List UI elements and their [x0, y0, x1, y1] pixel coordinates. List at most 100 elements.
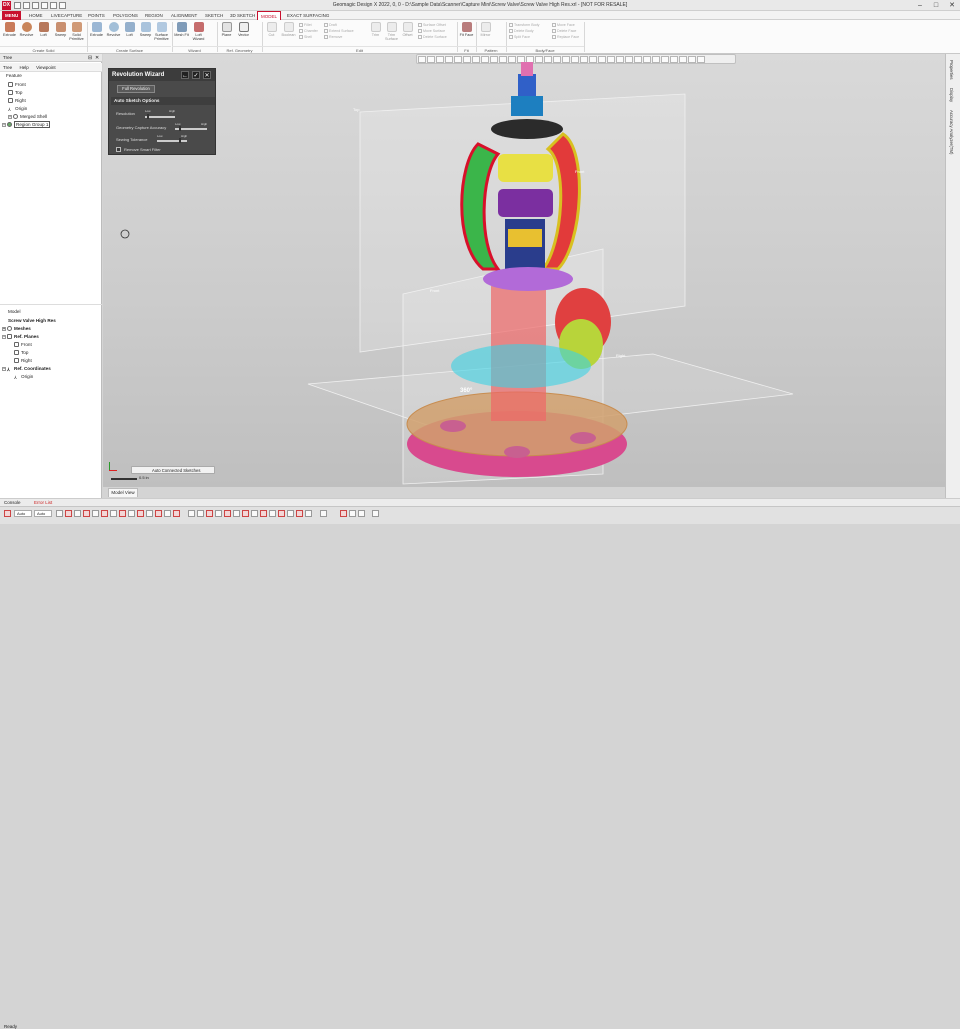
close-icon[interactable]: ✕: [944, 0, 960, 11]
status-tool-icon[interactable]: [146, 510, 153, 517]
loft-wizard-button[interactable]: Loft Wizard: [191, 22, 206, 44]
tab-sketch[interactable]: SKETCH: [202, 11, 226, 20]
extrude-solid-button[interactable]: Extrude: [2, 22, 17, 44]
loft-solid-button[interactable]: Loft: [36, 22, 51, 44]
expand-icon[interactable]: +: [2, 122, 6, 127]
trim-surface-button[interactable]: Trim Surface: [384, 22, 399, 44]
revolve-surface-button[interactable]: Revolve: [106, 22, 121, 44]
tree-item-coord-origin[interactable]: ⅄ Origin: [14, 373, 33, 381]
status-tool-icon[interactable]: [92, 510, 99, 517]
tab-menu[interactable]: MENU: [2, 11, 22, 20]
tab-tree[interactable]: Tree: [0, 63, 15, 72]
auto-sketch-options-section[interactable]: Auto Sketch Options: [111, 97, 215, 105]
status-tool-icon[interactable]: [224, 510, 231, 517]
replace-face-button[interactable]: Replace Face: [552, 34, 592, 40]
sweep-solid-button[interactable]: Sweep: [53, 22, 68, 44]
status-tool-icon[interactable]: [101, 510, 108, 517]
status-tool-icon[interactable]: [349, 510, 356, 517]
tab-model-view[interactable]: Model View: [108, 488, 138, 497]
tree-item-top[interactable]: Top: [8, 89, 22, 97]
tolerance-slider-knob[interactable]: [179, 138, 182, 143]
revolve-solid-button[interactable]: Revolve: [19, 22, 34, 44]
tree-item-plane-right[interactable]: Right: [14, 357, 32, 365]
status-tool-icon[interactable]: [197, 510, 204, 517]
resolution-slider[interactable]: [145, 114, 175, 119]
status-tool-icon[interactable]: [260, 510, 267, 517]
loft-surface-button[interactable]: Loft: [122, 22, 137, 44]
tab-region[interactable]: REGION: [142, 11, 166, 20]
tab-livecapture[interactable]: LIVECAPTURE: [48, 11, 85, 20]
remove-smart-filter-checkbox[interactable]: [116, 147, 121, 152]
model-root[interactable]: Screw Valve High Res: [8, 317, 56, 325]
collapse-icon[interactable]: −: [2, 334, 6, 339]
split-face-button[interactable]: Split Face: [509, 34, 554, 40]
tree-item-front[interactable]: Front: [8, 81, 26, 89]
delete-surface-button[interactable]: Delete Surface: [418, 34, 458, 40]
status-tool-icon[interactable]: [242, 510, 249, 517]
tab-home[interactable]: HOME: [26, 11, 46, 20]
tab-model[interactable]: MODEL: [257, 11, 282, 20]
mode-select-1[interactable]: Auto: [14, 510, 32, 517]
tree-item-merged-shell[interactable]: + Merged Shell: [8, 113, 47, 121]
auto-connected-sketches-chip[interactable]: Auto Connected Sketches: [131, 466, 215, 474]
tab-3d-sketch[interactable]: 3D SKETCH: [227, 11, 258, 20]
tree-item-plane-top[interactable]: Top: [14, 349, 28, 357]
status-tool-icon[interactable]: [83, 510, 90, 517]
status-tool-icon[interactable]: [251, 510, 258, 517]
full-revolution-button[interactable]: Full Revolution: [117, 85, 155, 93]
revolve-angle-label[interactable]: 360°: [460, 388, 472, 394]
tab-help[interactable]: Help: [16, 63, 31, 72]
tab-properties[interactable]: Properties: [949, 60, 954, 80]
status-tool-icon[interactable]: [305, 510, 312, 517]
accuracy-slider[interactable]: [175, 126, 207, 131]
status-tool-icon[interactable]: [287, 510, 294, 517]
expand-icon[interactable]: +: [2, 326, 6, 331]
accuracy-slider-knob[interactable]: [179, 126, 182, 131]
status-tool-icon[interactable]: [56, 510, 63, 517]
mirror-button[interactable]: Mirror: [478, 22, 493, 44]
minimize-icon[interactable]: –: [912, 0, 928, 11]
tab-accuracy-analyzer[interactable]: Accuracy Analyzer(TM): [949, 110, 954, 154]
sweep-surface-button[interactable]: Sweep: [138, 22, 153, 44]
status-tool-icon[interactable]: [340, 510, 347, 517]
status-tool-icon[interactable]: [155, 510, 162, 517]
status-tool-icon[interactable]: [269, 510, 276, 517]
remove-button[interactable]: Remove: [324, 34, 366, 40]
status-tool-icon[interactable]: [372, 510, 379, 517]
panel-pin-icon[interactable]: ⊟: [88, 55, 92, 61]
resolution-slider-knob[interactable]: [147, 114, 150, 119]
cut-button[interactable]: Cut: [264, 22, 279, 44]
tree-item-ref-coordinates[interactable]: − ⅄ Ref. Coordinates: [2, 365, 51, 373]
status-tool-icon[interactable]: [188, 510, 195, 517]
tree-item-plane-front[interactable]: Front: [14, 341, 32, 349]
tab-polygons[interactable]: POLYGONS: [110, 11, 141, 20]
tab-points[interactable]: POINTS: [85, 11, 108, 20]
trim-button[interactable]: Trim: [368, 22, 383, 44]
offset-button[interactable]: Offset: [400, 22, 415, 44]
tree-item-origin[interactable]: ⅄ Origin: [8, 105, 27, 113]
status-tool-icon[interactable]: [65, 510, 72, 517]
selection-mode-icon[interactable]: [4, 510, 11, 517]
status-tool-icon[interactable]: [110, 510, 117, 517]
status-tool-icon[interactable]: [358, 510, 365, 517]
status-tool-icon[interactable]: [278, 510, 285, 517]
tree-item-meshes[interactable]: + Meshes: [2, 325, 31, 333]
extrude-surface-button[interactable]: Extrude: [89, 22, 104, 44]
mesh-fit-button[interactable]: Mesh Fit: [174, 22, 189, 44]
tab-alignment[interactable]: ALIGNMENT: [168, 11, 200, 20]
maximize-icon[interactable]: □: [928, 0, 944, 11]
status-tool-icon[interactable]: [137, 510, 144, 517]
status-tool-icon[interactable]: [233, 510, 240, 517]
mode-select-2[interactable]: Auto: [34, 510, 52, 517]
status-tool-icon[interactable]: [215, 510, 222, 517]
status-tool-icon[interactable]: [296, 510, 303, 517]
expand-icon[interactable]: +: [8, 114, 12, 119]
solid-primitive-button[interactable]: Solid Primitive: [69, 22, 84, 44]
vector-button[interactable]: Vector: [236, 22, 251, 44]
surface-primitive-button[interactable]: Surface Primitive: [153, 22, 170, 44]
panel-close-icon[interactable]: ✕: [95, 55, 99, 61]
plane-button[interactable]: Plane: [219, 22, 234, 44]
tree-item-ref-planes[interactable]: − Ref. Planes: [2, 333, 39, 341]
fit-face-button[interactable]: Fit Face: [459, 22, 474, 44]
wizard-cancel-icon[interactable]: ✕: [203, 71, 211, 79]
